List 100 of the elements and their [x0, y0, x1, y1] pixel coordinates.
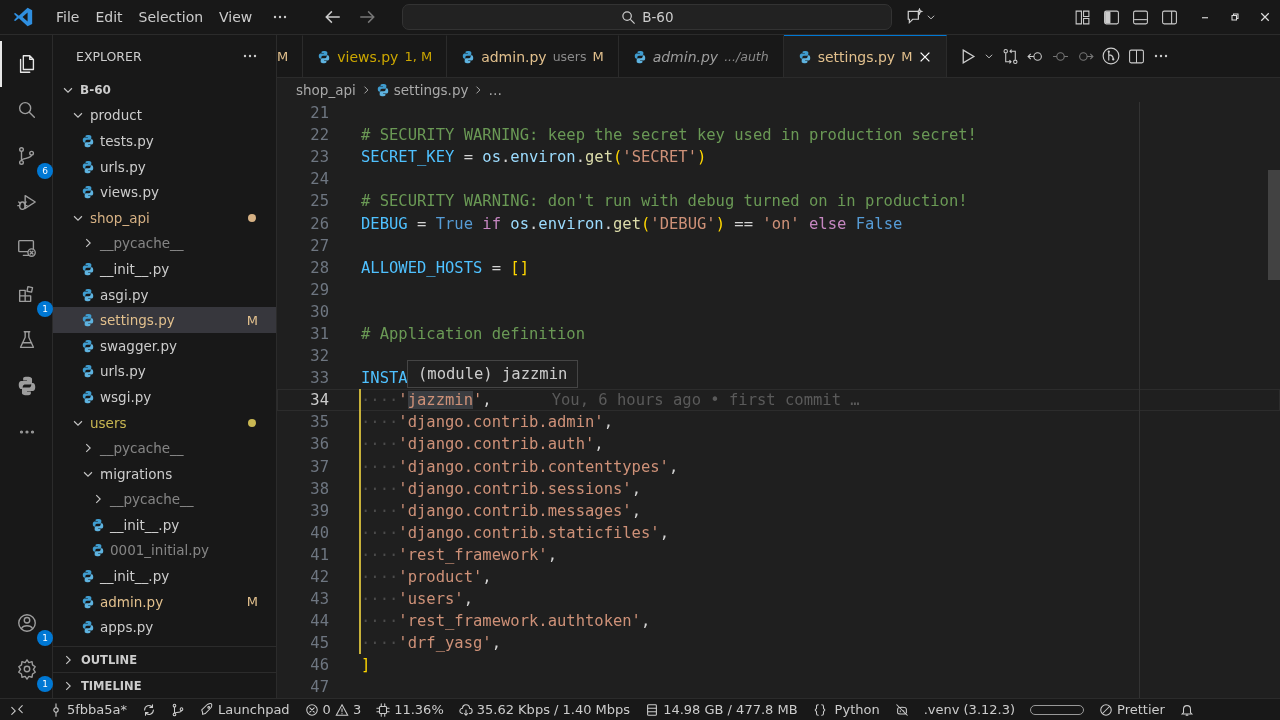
file-name: migrations [100, 465, 173, 482]
secondary-sidebar-icon[interactable] [1161, 8, 1178, 26]
accounts-icon[interactable] [16, 612, 38, 634]
line-number: 46 [309, 656, 329, 675]
file-icon [81, 159, 95, 174]
tree-row[interactable]: urls.py [53, 153, 276, 180]
language-icon [812, 702, 827, 717]
tree-row[interactable]: apps.py [53, 614, 276, 641]
code-line: ····'django.contrib.staticfiles', [361, 523, 669, 542]
back-arrow-icon[interactable] [324, 8, 343, 26]
tree-folder-row[interactable]: shop_api [53, 204, 276, 231]
remote-icon[interactable] [16, 237, 38, 259]
line-number: 23 [309, 148, 329, 167]
file-icon [81, 594, 95, 609]
line-number: 41 [309, 545, 329, 564]
environment-button[interactable]: .venv (3.12.3) [923, 699, 1016, 720]
tree-folder-row[interactable]: __pycache__ [53, 230, 276, 257]
tree-folder-row[interactable]: B-60 [53, 77, 276, 103]
settings-icon[interactable] [16, 658, 38, 680]
editor-tab[interactable]: M [277, 35, 304, 77]
file-name: tests.py [100, 133, 154, 149]
code-line: ····'rest_framework', [361, 545, 557, 564]
section-header[interactable]: TIMELINE [53, 672, 276, 698]
tree-row[interactable]: __init__.py [53, 563, 276, 589]
layout-icon[interactable] [1074, 8, 1091, 26]
count-badge: 1 [37, 630, 53, 646]
tree-folder-row[interactable]: __pycache__ [53, 435, 276, 461]
tree-folder-row[interactable]: users [53, 409, 276, 436]
menu-item[interactable]: File [48, 6, 88, 28]
search-icon[interactable] [16, 99, 38, 121]
file-icon [81, 287, 95, 302]
tree-row[interactable]: __init__.py [53, 512, 276, 538]
tree-row[interactable]: settings.py M [53, 307, 276, 333]
file-name: __pycache__ [110, 491, 194, 508]
panel-toggle-icon[interactable] [1132, 8, 1149, 26]
count-badge: 6 [37, 163, 53, 179]
tree-folder-row[interactable]: migrations [53, 460, 276, 487]
chat-menu-button[interactable] [906, 8, 937, 26]
code-line: ····'rest_framework.authtoken', [361, 612, 651, 631]
modified-label: M [246, 312, 258, 328]
network-icon [458, 702, 473, 717]
caret-icon[interactable] [984, 51, 995, 61]
inline-blame: You, 6 hours ago • first commit … [551, 391, 860, 410]
tree-row[interactable]: 0001_initial.py [53, 537, 276, 564]
search-field[interactable]: B-60 [402, 4, 893, 30]
sync-icon [142, 702, 157, 717]
code-line: ····'django.contrib.auth', [361, 435, 604, 454]
line-number: 24 [309, 170, 329, 189]
code-line: ] [361, 656, 371, 675]
file-icon [317, 49, 332, 64]
editor-tab[interactable]: admin.py .../auth [618, 35, 784, 77]
language-button[interactable]: Python [812, 699, 880, 720]
line-number: 22 [309, 126, 329, 145]
split-editor-icon[interactable] [1128, 47, 1146, 65]
tree-row[interactable]: swagger.py [53, 332, 276, 359]
breadcrumb[interactable]: settings.py [393, 82, 469, 98]
file-name: __pycache__ [100, 440, 184, 457]
tree-row[interactable]: __init__.py [53, 256, 276, 282]
tree-row[interactable]: tests.py [53, 128, 276, 154]
breadcrumb[interactable]: … [488, 82, 502, 98]
line-number: 36 [309, 435, 329, 454]
cpu-button[interactable]: 11.36% [376, 699, 444, 720]
restore-icon[interactable] [1229, 11, 1241, 23]
problems-button[interactable]: 0 3 [304, 699, 362, 720]
menu-item[interactable]: View [211, 6, 261, 28]
python-icon[interactable] [16, 375, 38, 397]
tree-row[interactable]: asgi.py [53, 281, 276, 308]
tree-row[interactable]: wsgi.py [53, 384, 276, 410]
launchpad-button[interactable]: Launchpad [200, 699, 290, 720]
editor-tab[interactable]: settings.py M [783, 35, 948, 77]
compare-changes-icon[interactable] [1002, 47, 1020, 65]
tree-row[interactable]: views.py [53, 179, 276, 205]
file-name: views.py [100, 184, 159, 201]
menu-item[interactable]: Edit [87, 6, 131, 28]
file-name: settings.py [100, 312, 175, 329]
file-icon [81, 364, 95, 379]
menu-item[interactable]: Selection [130, 6, 212, 28]
prettier-button[interactable]: Prettier [1099, 699, 1165, 720]
memory-button[interactable]: 14.98 GB / 477.8 MB [645, 699, 798, 720]
tree-folder-row[interactable]: product [53, 102, 276, 129]
editor-tab[interactable]: views.py 1, M [303, 35, 448, 77]
sidebar-toggle-icon[interactable] [1103, 8, 1120, 26]
breadcrumb[interactable]: shop_api [296, 82, 356, 98]
network-button[interactable]: 35.62 Kbps / 1.40 Mbps [458, 699, 631, 720]
branch-button[interactable]: 5fbba5a* [49, 699, 128, 720]
tree-row[interactable]: urls.py [53, 358, 276, 385]
section-header[interactable]: OUTLINE [53, 646, 276, 672]
code-line: DEBUG = True if os.environ.get('DEBUG') == 'on' else False [361, 214, 903, 233]
launchpad-icon [200, 702, 215, 717]
editor-tab[interactable]: admin.py users M [447, 35, 619, 77]
tree-folder-row[interactable]: __pycache__ [53, 486, 276, 513]
close-icon[interactable] [1259, 11, 1271, 23]
file-name: users [90, 414, 127, 431]
forward-arrow-icon[interactable] [358, 8, 377, 26]
line-number: 28 [309, 258, 329, 277]
tree-row[interactable]: admin.py M [53, 588, 276, 615]
app-logo-icon[interactable] [12, 6, 34, 28]
file-name: shop_api [90, 209, 150, 226]
scrollbar-thumb[interactable] [1268, 170, 1280, 280]
file-name: product [90, 107, 142, 124]
